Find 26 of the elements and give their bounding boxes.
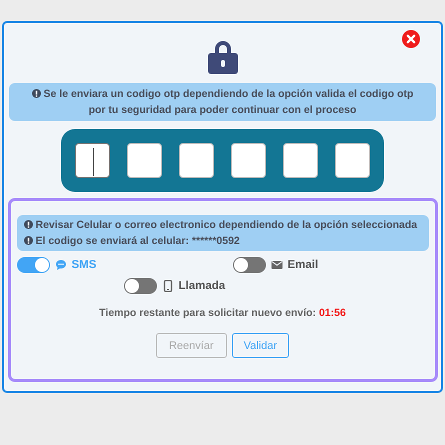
- option-label: Llamada: [178, 280, 226, 292]
- toggle-switch[interactable]: [232, 257, 266, 273]
- info-icon: [24, 220, 32, 229]
- toggle-switch[interactable]: [16, 257, 50, 273]
- chat-icon: [54, 259, 66, 271]
- info-icon: [24, 236, 32, 245]
- info-text: El codigo se enviará al celular: ******0592: [36, 235, 240, 247]
- code-input-field[interactable]: [75, 143, 110, 178]
- info-text: Revisar Celular o correo electronico dependiendo de la opción seleccionada: [36, 219, 418, 231]
- close-icon[interactable]: [402, 30, 420, 48]
- option-label: SMS: [72, 259, 96, 271]
- code-input-field[interactable]: [127, 143, 162, 178]
- envelope-icon: [270, 259, 282, 271]
- info-icon: [32, 89, 41, 98]
- option-label: Email: [288, 259, 318, 271]
- code-input-field[interactable]: [231, 143, 266, 178]
- notice-text: Se le enviara un codigo otp dependiendo de la opción valida el codigo otp por tu seguridad para poder continuar con el proceso: [44, 88, 414, 116]
- toggle-switch[interactable]: [124, 278, 156, 294]
- code-input-field[interactable]: [335, 143, 370, 178]
- timer-label: Tiempo restante para solicitar nuevo envío:: [99, 307, 318, 319]
- lock-icon: [206, 38, 238, 74]
- phone-icon: [162, 280, 174, 292]
- code-input-field[interactable]: [179, 143, 214, 178]
- countdown-text: 01:56: [318, 307, 346, 319]
- code-input-field[interactable]: [283, 143, 318, 178]
- validate-button[interactable]: Validar: [232, 333, 290, 358]
